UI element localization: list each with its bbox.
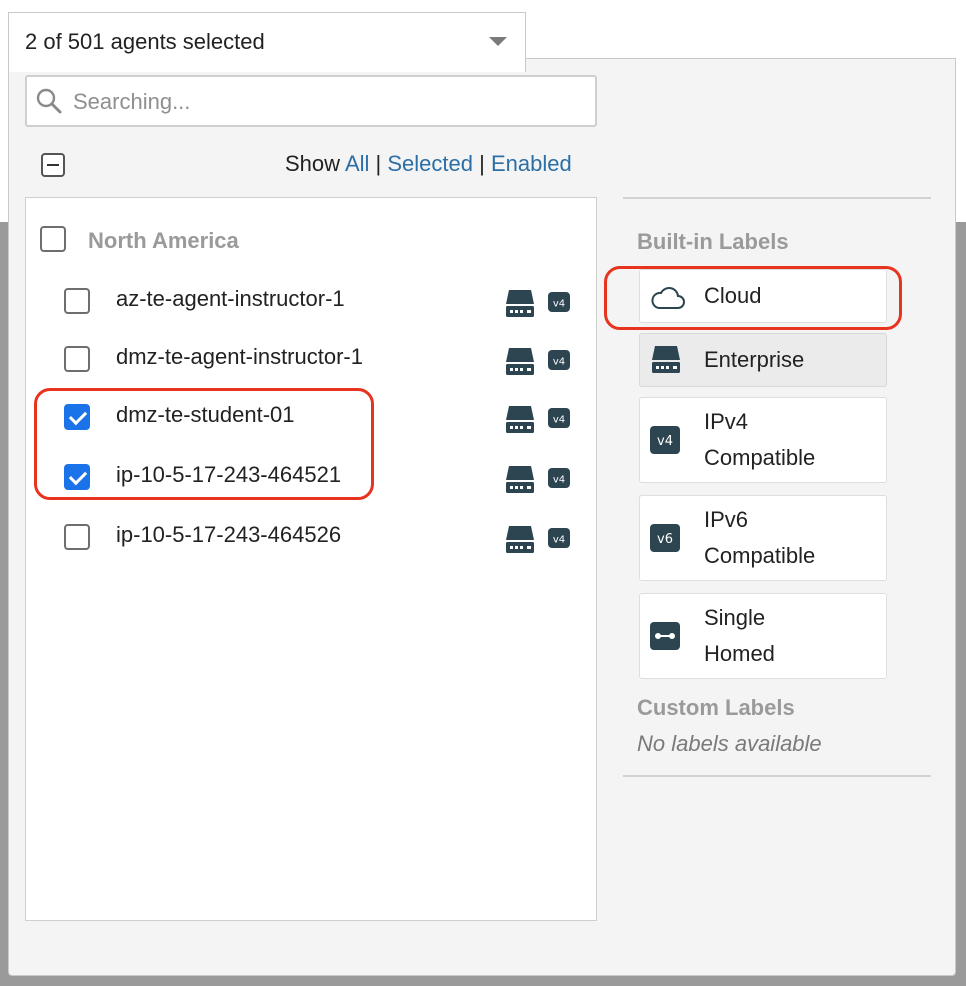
annotation-highlight-enterprise: [604, 266, 902, 330]
server-icon: [506, 290, 534, 317]
ipv4-badge-icon: v4: [548, 350, 570, 370]
filter-selected-link[interactable]: Selected: [387, 151, 473, 176]
search-icon: [36, 88, 62, 114]
divider: [623, 197, 931, 199]
label-text: Enterprise: [704, 347, 805, 372]
svg-text:v4: v4: [553, 299, 565, 310]
agent-name: ip-10-5-17-243-464526: [116, 522, 342, 547]
list-item[interactable]: dmz-te-agent-instructor-1 v4: [64, 340, 584, 380]
builtin-labels-heading: Built-in Labels: [637, 229, 789, 254]
agent-name: dmz-te-agent-instructor-1: [116, 344, 363, 369]
selected-count: 2 of 501 agents selected: [25, 29, 265, 54]
label-text: IPv6: [704, 507, 749, 532]
filter-separator: |: [375, 151, 382, 176]
search-input[interactable]: Searching...: [25, 75, 597, 127]
show-filter: Show All | Selected | Enabled: [285, 151, 572, 177]
svg-text:v4: v4: [553, 357, 565, 368]
svg-text:v4: v4: [657, 434, 673, 449]
agent-selector-panel: Searching... Show All | Selected | Enabl…: [8, 58, 956, 976]
label-text: IPv4: [704, 409, 749, 434]
annotation-highlight-selected-agents: [34, 388, 374, 500]
server-icon: [506, 466, 534, 493]
server-icon: [506, 526, 534, 553]
label-text: Compatible: [704, 445, 816, 470]
label-text: Homed: [704, 641, 775, 666]
ipv4-badge-icon: v4: [548, 468, 570, 488]
group-checkbox[interactable]: [40, 226, 66, 252]
filter-separator: |: [479, 151, 485, 176]
empty-state-text: No labels available: [637, 731, 822, 756]
chevron-down-icon[interactable]: [489, 37, 507, 46]
server-icon: [652, 346, 680, 373]
group-name: North America: [88, 228, 239, 253]
label-single-homed[interactable]: Single Homed: [639, 593, 887, 679]
server-icon: [506, 348, 534, 375]
svg-text:v4: v4: [553, 475, 565, 486]
agent-checkbox[interactable]: [64, 524, 90, 550]
custom-labels-heading: Custom Labels: [637, 695, 795, 720]
svg-text:v4: v4: [553, 535, 565, 546]
list-item[interactable]: az-te-agent-instructor-1 v4: [64, 282, 584, 322]
svg-text:v4: v4: [553, 415, 565, 426]
agent-selector-dropdown[interactable]: 2 of 501 agents selected: [8, 12, 526, 72]
ipv6-icon: v6: [650, 524, 680, 552]
search-placeholder: Searching...: [73, 89, 191, 114]
show-label: Show: [285, 151, 341, 176]
label-text: Single: [704, 605, 766, 630]
single-homed-icon: [650, 622, 680, 650]
label-ipv6[interactable]: v6 IPv6 Compatible: [639, 495, 887, 581]
svg-text:v6: v6: [657, 532, 673, 547]
list-item[interactable]: ip-10-5-17-243-464526 v4: [64, 518, 584, 558]
agent-name: az-te-agent-instructor-1: [116, 286, 345, 311]
ipv4-icon: v4: [650, 426, 680, 454]
agent-list: North America az-te-agent-instructor-1 v…: [25, 197, 597, 921]
agent-checkbox[interactable]: [64, 288, 90, 314]
deselect-all-checkbox[interactable]: [41, 153, 65, 177]
ipv4-badge-icon: v4: [548, 292, 570, 312]
server-icon: [506, 406, 534, 433]
filter-all-link[interactable]: All: [345, 151, 369, 176]
filter-enabled-link[interactable]: Enabled: [491, 151, 572, 176]
ipv4-badge-icon: v4: [548, 528, 570, 548]
divider: [623, 775, 931, 777]
agent-checkbox[interactable]: [64, 346, 90, 372]
label-text: Compatible: [704, 543, 816, 568]
label-ipv4[interactable]: v4 IPv4 Compatible: [639, 397, 887, 483]
ipv4-badge-icon: v4: [548, 408, 570, 428]
label-enterprise[interactable]: Enterprise: [639, 333, 887, 387]
